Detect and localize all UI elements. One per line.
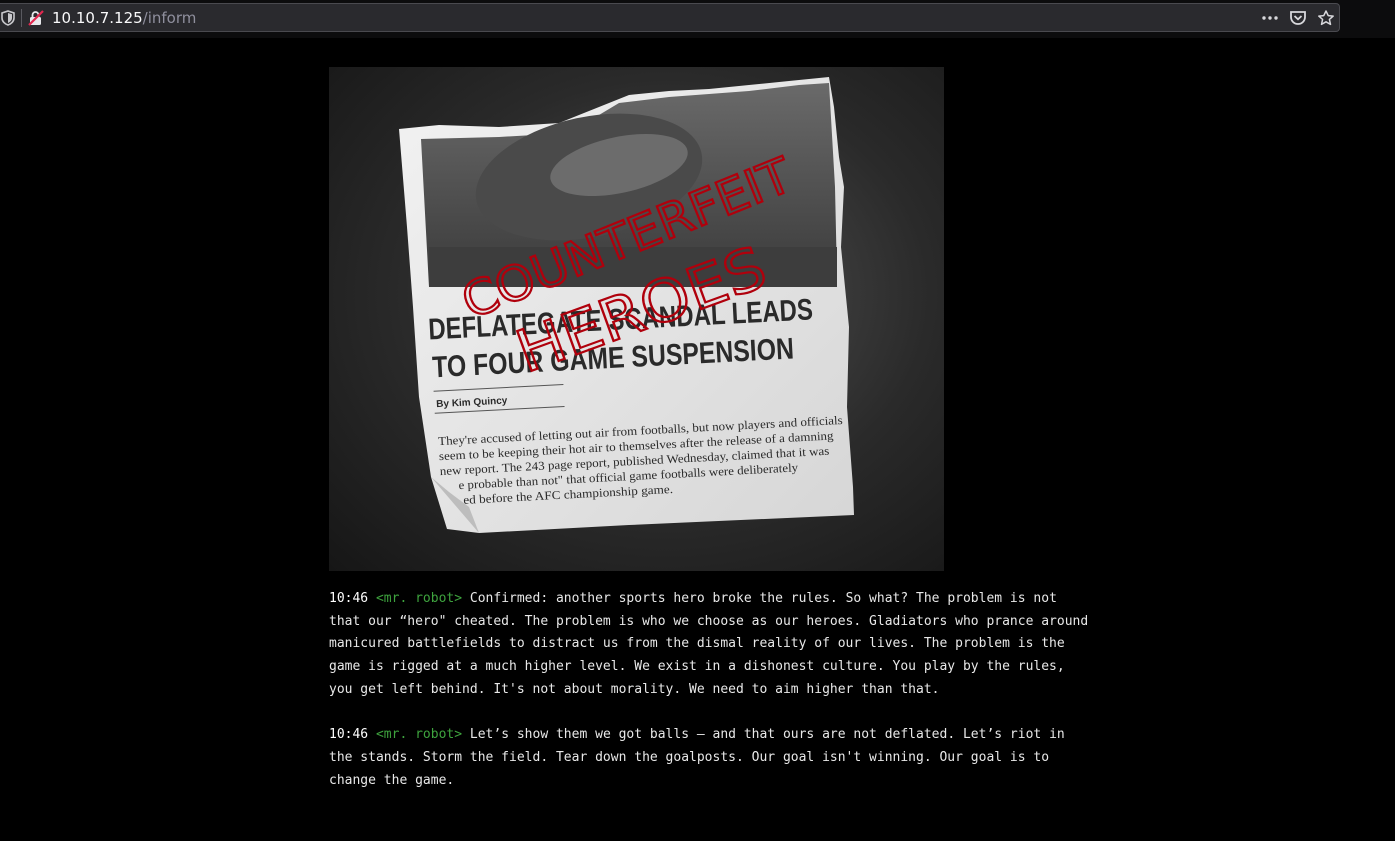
pocket-icon[interactable]	[1289, 10, 1307, 26]
bookmark-star-icon[interactable]	[1317, 10, 1335, 26]
message-time: 10:46	[329, 727, 369, 743]
message-nick: <mr. robot>	[375, 727, 463, 743]
message-nick: <mr. robot>	[375, 591, 463, 606]
shield-icon[interactable]	[1, 10, 15, 26]
message-text: Confirmed: another sports hero broke the…	[329, 591, 1089, 697]
url-text[interactable]: 10.10.7.125/inform	[52, 9, 196, 28]
url-host: 10.10.7.125	[52, 9, 143, 27]
browser-toolbar: 10.10.7.125/inform	[0, 0, 1395, 38]
chat-message: 10:46 <mr. robot> Let’s show them we got…	[329, 724, 1089, 792]
newspaper-clipping-illustration: DEFLATEGATE SCANDAL LEADS TO FOUR GAME S…	[399, 77, 854, 533]
insecure-lock-icon[interactable]	[28, 10, 44, 26]
chat-log: 10:46 <mr. robot> Confirmed: another spo…	[329, 588, 1089, 815]
message-time: 10:46	[329, 591, 369, 606]
chat-message: 10:46 <mr. robot> Confirmed: another spo…	[329, 588, 1089, 702]
url-bar[interactable]: 10.10.7.125/inform	[0, 3, 1340, 32]
page-actions-icon[interactable]	[1261, 10, 1279, 26]
url-path: /inform	[142, 9, 197, 27]
newspaper-hero-image: DEFLATEGATE SCANDAL LEADS TO FOUR GAME S…	[329, 67, 944, 571]
url-separator	[21, 9, 22, 27]
